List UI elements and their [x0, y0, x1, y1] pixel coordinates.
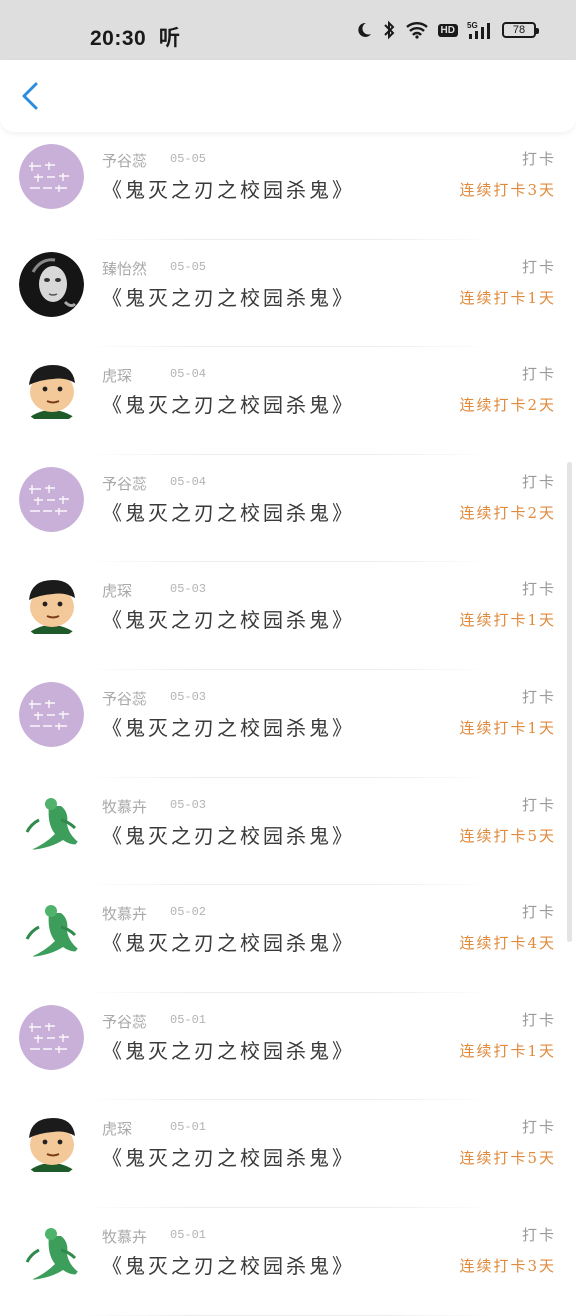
checkin-date: 05-01 [170, 1012, 207, 1027]
signal-icon: 5G [467, 21, 490, 39]
list-item[interactable]: 予谷蕊 05-05 《鬼灭之刃之校园杀鬼》 打卡连续打卡3天 [0, 132, 576, 240]
list-item[interactable]: 牧慕卉 05-02 《鬼灭之刃之校园杀鬼》 打卡连续打卡4天 [0, 885, 576, 993]
book-title: 《鬼灭之刃之校园杀鬼》 [102, 931, 355, 956]
username: 予谷蕊 [102, 1012, 148, 1031]
wifi-icon [405, 22, 428, 39]
book-title: 《鬼灭之刃之校园杀鬼》 [102, 500, 355, 525]
streak-label: 连续打卡5天 [459, 826, 556, 845]
checkin-label: 打卡 [521, 580, 556, 599]
checkin-date: 05-04 [170, 474, 207, 489]
status-bar: 20:30 听 HD 5G 78 [0, 0, 576, 60]
checkin-label: 打卡 [521, 257, 556, 276]
avatar[interactable] [19, 359, 84, 425]
book-title: 《鬼灭之刃之校园杀鬼》 [102, 285, 355, 310]
list-item[interactable]: 牧慕卉 05-01 《鬼灭之刃之校园杀鬼》 打卡连续打卡3天 [0, 1208, 576, 1316]
status-icons: HD 5G 78 [355, 20, 539, 40]
checkin-label: 打卡 [521, 903, 556, 922]
list-item[interactable]: 虎琛 05-04 《鬼灭之刃之校园杀鬼》 打卡连续打卡2天 [0, 347, 576, 455]
checkin-list: 予谷蕊 05-05 《鬼灭之刃之校园杀鬼》 打卡 连续打卡3天 臻怡然 05-05 《鬼灭之… [0, 132, 576, 1316]
avatar[interactable] [19, 897, 84, 963]
streak-label: 连续打卡3天 [459, 1256, 556, 1275]
checkin-date: 05-02 [170, 905, 207, 920]
status-time: 20:30 听 [90, 27, 181, 50]
hd-badge: HD [437, 23, 458, 37]
checkin-label: 打卡 [521, 150, 556, 168]
username: 予谷蕊 [102, 689, 148, 708]
avatar[interactable] [19, 466, 84, 532]
username: 牧慕卉 [102, 797, 148, 816]
list-item[interactable]: 予谷蕊 05-04 《鬼灭之刃之校园杀鬼》 打卡连续打卡2天 [0, 455, 576, 563]
book-title: 《鬼灭之刃之校园杀鬼》 [102, 393, 355, 418]
checkin-date: 05-03 [170, 582, 207, 597]
avatar[interactable] [19, 681, 84, 747]
book-title: 《鬼灭之刃之校园杀鬼》 [102, 1146, 355, 1171]
streak-label: 连续打卡4天 [459, 934, 556, 953]
checkin-date: 05-05 [170, 259, 207, 274]
username: 予谷蕊 [102, 474, 148, 493]
streak-label: 连续打卡1天 [459, 611, 556, 630]
checkin-label: 打卡 [521, 1118, 556, 1137]
avatar[interactable] [19, 574, 84, 640]
book-title: 《鬼灭之刃之校园杀鬼》 [102, 823, 355, 848]
username: 虎琛 [102, 582, 133, 601]
book-title: 《鬼灭之刃之校园杀鬼》 [102, 1253, 355, 1278]
book-title: 《鬼灭之刃之校园杀鬼》 [102, 1038, 355, 1063]
username: 牧慕卉 [102, 905, 148, 924]
status-extra: 听 [158, 27, 181, 50]
checkin-date: 05-01 [170, 1227, 207, 1242]
streak-label: 连续打卡1天 [459, 1041, 556, 1060]
username: 牧慕卉 [102, 1227, 148, 1246]
checkin-date: 05-03 [170, 797, 207, 812]
bluetooth-icon [383, 20, 394, 40]
checkin-label: 打卡 [521, 472, 556, 491]
checkin-label: 打卡 [521, 687, 556, 706]
checkin-date: 05-01 [170, 1120, 207, 1135]
username: 虎琛 [102, 1120, 133, 1139]
list-item[interactable]: 虎琛 05-01 《鬼灭之刃之校园杀鬼》 打卡连续打卡5天 [0, 1100, 576, 1208]
streak-label: 连续打卡2天 [459, 503, 556, 522]
streak-label: 连续打卡3天 [459, 181, 556, 199]
book-title: 《鬼灭之刃之校园杀鬼》 [102, 178, 355, 202]
list-item[interactable]: 予谷蕊 05-01 《鬼灭之刃之校园杀鬼》 打卡连续打卡1天 [0, 993, 576, 1101]
list-item[interactable]: 牧慕卉 05-03 《鬼灭之刃之校园杀鬼》 打卡连续打卡5天 [0, 778, 576, 886]
checkin-label: 打卡 [521, 1225, 556, 1244]
avatar[interactable] [19, 144, 84, 209]
checkin-label: 打卡 [521, 1010, 556, 1029]
list-item[interactable]: 予谷蕊 05-03 《鬼灭之刃之校园杀鬼》 打卡连续打卡1天 [0, 670, 576, 778]
checkin-date: 05-04 [170, 367, 207, 382]
book-title: 《鬼灭之刃之校园杀鬼》 [102, 715, 355, 740]
streak-label: 连续打卡1天 [459, 288, 556, 307]
avatar[interactable] [19, 1219, 84, 1285]
checkin-date: 05-03 [170, 689, 207, 704]
streak-label: 连续打卡2天 [459, 396, 556, 415]
avatar[interactable] [19, 1004, 84, 1070]
avatar[interactable] [19, 1112, 84, 1178]
username: 臻怡然 [102, 259, 148, 278]
checkin-label: 打卡 [521, 795, 556, 814]
book-title: 《鬼灭之刃之校园杀鬼》 [102, 608, 355, 633]
back-button[interactable] [14, 78, 50, 114]
username: 予谷蕊 [102, 152, 148, 170]
scrollbar[interactable] [567, 462, 572, 942]
streak-label: 连续打卡1天 [459, 718, 556, 737]
avatar[interactable] [19, 251, 84, 317]
battery-icon: 78 [502, 22, 539, 38]
checkin-label: 打卡 [521, 365, 556, 384]
avatar[interactable] [19, 789, 84, 855]
header [0, 60, 576, 132]
list-item[interactable]: 臻怡然 05-05 《鬼灭之刃之校园杀鬼》 打卡连续打卡1天 [0, 240, 576, 348]
username: 虎琛 [102, 367, 133, 386]
moon-icon [357, 22, 371, 37]
checkin-date: 05-05 [170, 152, 207, 166]
list-item[interactable]: 虎琛 05-03 《鬼灭之刃之校园杀鬼》 打卡连续打卡1天 [0, 562, 576, 670]
svg-text:5G: 5G [467, 21, 478, 30]
streak-label: 连续打卡5天 [459, 1149, 556, 1168]
